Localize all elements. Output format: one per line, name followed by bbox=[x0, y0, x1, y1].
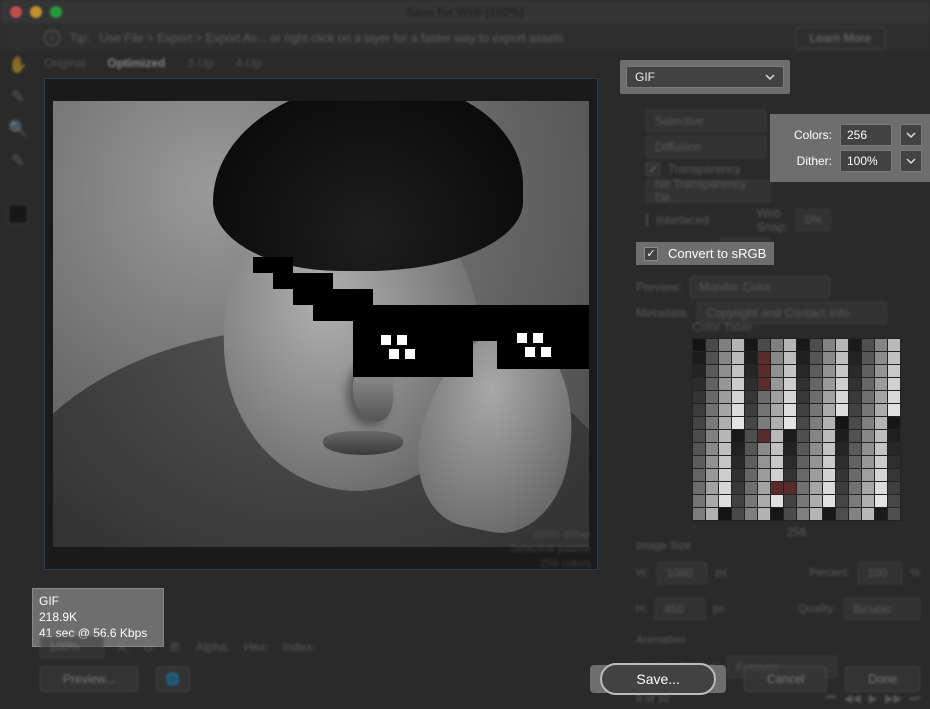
tab-2up[interactable]: 2-Up bbox=[187, 56, 213, 70]
left-toolbar: ✋ ✎ 🔍 ✎ bbox=[0, 52, 36, 224]
file-info-size: 218.9K bbox=[39, 609, 157, 625]
zoom-dropdown[interactable]: 100% bbox=[40, 636, 104, 658]
preview-meta-dither: 100% dither bbox=[510, 528, 591, 542]
info-icon: i bbox=[44, 30, 60, 46]
format-dropdown-value: GIF bbox=[635, 70, 655, 84]
convert-srgb-checkbox[interactable]: ✓ bbox=[644, 247, 658, 261]
websnap-value[interactable]: 0% bbox=[796, 209, 831, 231]
learn-more-button[interactable]: Learn More bbox=[795, 27, 886, 49]
zoom-tool-icon[interactable]: 🔍 bbox=[8, 120, 28, 138]
format-dropdown[interactable]: GIF bbox=[626, 66, 784, 88]
preview-meta-colors: 256 colors bbox=[510, 557, 591, 571]
preview-frame: 100% dither Selective palette 256 colors bbox=[44, 78, 598, 570]
tip-label: Tip: bbox=[70, 31, 90, 45]
quality-dropdown[interactable]: Bicubic bbox=[844, 598, 920, 620]
format-highlight: GIF bbox=[620, 60, 790, 94]
dither-label: Dither: bbox=[778, 154, 832, 168]
preview-meta-palette: Selective palette bbox=[510, 542, 591, 556]
metadata-label: Metadata: bbox=[636, 306, 689, 320]
hand-tool-icon[interactable]: ✋ bbox=[8, 56, 28, 74]
tab-optimized[interactable]: Optimized bbox=[107, 56, 165, 70]
eyedropper-tool-icon[interactable]: ✎ bbox=[8, 152, 28, 170]
chevron-down-icon bbox=[765, 72, 775, 82]
tip-bar: i Tip: Use File > Export > Export As... … bbox=[0, 24, 930, 52]
preview-meta: 100% dither Selective palette 256 colors bbox=[510, 528, 591, 571]
colors-dither-group: Colors: 256 Dither: 100% bbox=[770, 114, 930, 182]
titlebar: Save for Web (100%) bbox=[0, 0, 930, 24]
interlaced-label: Interlaced bbox=[656, 213, 709, 227]
settings-panel: GIF Selective Diffusion ✓ Transparency No… bbox=[616, 60, 930, 701]
interlaced-checkbox[interactable] bbox=[646, 213, 648, 227]
colors-label: Colors: bbox=[778, 128, 832, 142]
window-title: Save for Web (100%) bbox=[0, 5, 930, 19]
color-reduction-dropdown[interactable]: Selective bbox=[646, 110, 766, 132]
pixel-sunglasses-icon bbox=[253, 257, 589, 387]
convert-srgb-label: Convert to sRGB bbox=[668, 246, 766, 261]
preview-profile-dropdown[interactable]: Monitor Color bbox=[690, 276, 830, 298]
save-highlight: Save... bbox=[590, 665, 726, 693]
transparency-checkbox[interactable]: ✓ bbox=[646, 162, 660, 176]
dither-algorithm-dropdown[interactable]: Diffusion bbox=[646, 136, 766, 158]
preview-image bbox=[53, 101, 589, 547]
save-button[interactable]: Save... bbox=[600, 663, 716, 695]
dither-input[interactable]: 100% bbox=[840, 150, 892, 172]
done-button[interactable]: Done bbox=[845, 666, 920, 692]
preview-button[interactable]: Preview... bbox=[40, 666, 138, 692]
convert-srgb-row: ✓ Convert to sRGB bbox=[636, 242, 774, 265]
percent-input[interactable]: 100 bbox=[858, 562, 902, 584]
view-tabs: Original Optimized 2-Up 4-Up bbox=[44, 56, 261, 70]
color-table-title: Color Table bbox=[692, 320, 901, 334]
dither-stepper[interactable] bbox=[900, 150, 922, 172]
color-table-grid[interactable] bbox=[692, 338, 901, 521]
colors-input[interactable]: 256 bbox=[840, 124, 892, 146]
width-input[interactable]: 1080 bbox=[657, 562, 707, 584]
tip-text: Use File > Export > Export As... or righ… bbox=[100, 31, 564, 45]
browser-preview-icon[interactable]: 🌐 bbox=[156, 666, 190, 692]
transparency-label: Transparency bbox=[668, 162, 741, 176]
color-table-section: Color Table 256 bbox=[692, 320, 901, 539]
transparency-dither-dropdown[interactable]: No Transparency Dit... bbox=[646, 180, 770, 202]
slice-tool-icon[interactable]: ✎ bbox=[8, 88, 28, 106]
color-table-count: 256 bbox=[692, 525, 901, 539]
preview-profile-label: Preview: bbox=[636, 280, 682, 294]
cancel-button[interactable]: Cancel bbox=[744, 666, 827, 692]
file-info-format: GIF bbox=[39, 593, 157, 609]
tab-original[interactable]: Original bbox=[44, 56, 85, 70]
bottom-bar: 100% R: G: B: Alpha: Hex: Index: Preview… bbox=[0, 631, 930, 701]
colors-stepper[interactable] bbox=[900, 124, 922, 146]
tab-4up[interactable]: 4-Up bbox=[235, 56, 261, 70]
foreground-color-swatch[interactable] bbox=[8, 204, 28, 224]
image-size-title: Image Size bbox=[636, 540, 920, 552]
height-input[interactable]: 450 bbox=[655, 598, 705, 620]
websnap-label: Web Snap: bbox=[757, 206, 788, 234]
